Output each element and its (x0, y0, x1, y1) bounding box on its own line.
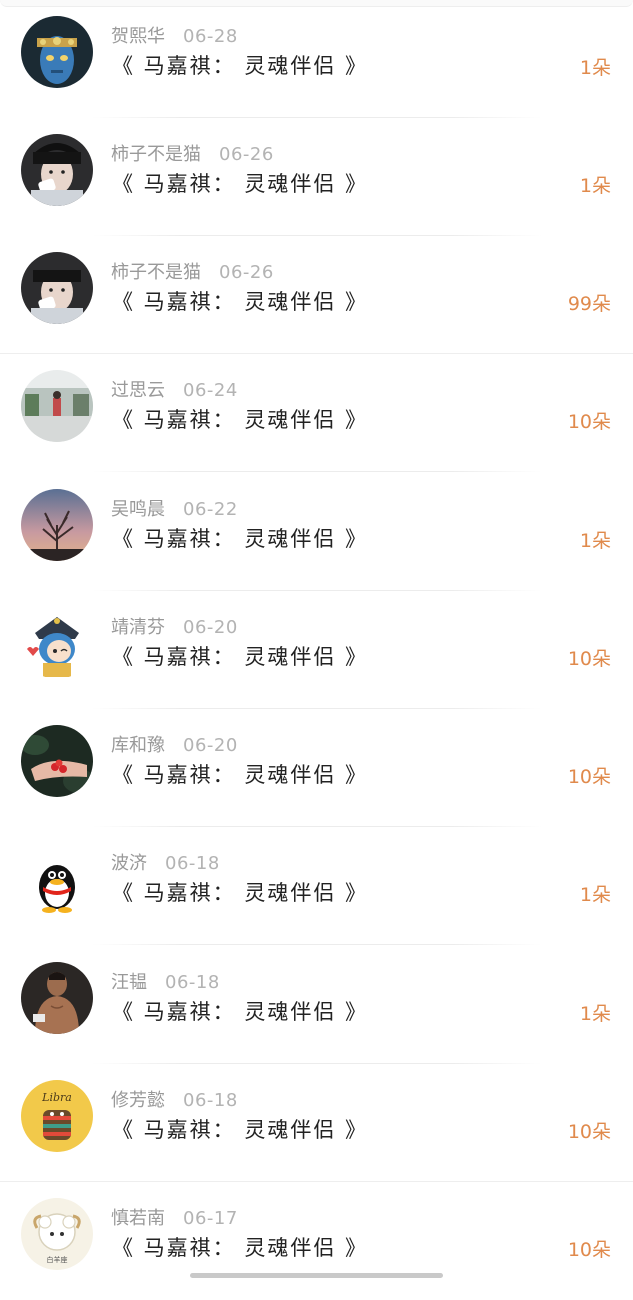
record-meta: 库和豫 06-20 (111, 734, 238, 758)
username: 波济 (111, 853, 147, 874)
avatar-blue-alien-icon (21, 16, 93, 88)
record-meta: 柿子不是猫 06-26 (111, 143, 274, 167)
gift-title: 《 马嘉祺： 灵魂伴侣 》 (112, 881, 369, 905)
avatar[interactable] (21, 607, 93, 679)
gift-count: 1朵 (579, 1003, 611, 1025)
record-meta: 波济 06-18 (111, 852, 220, 876)
list-item[interactable]: 贺熙华 06-28 《 马嘉祺： 灵魂伴侣 》 1朵 (0, 0, 633, 118)
list-item[interactable]: 靖清芬 06-20 《 马嘉祺： 灵魂伴侣 》 10朵 (0, 591, 633, 709)
username: 库和豫 (111, 735, 165, 756)
home-indicator[interactable] (190, 1273, 443, 1278)
username: 贺熙华 (111, 26, 165, 47)
row-divider (92, 944, 542, 945)
gift-count: 1朵 (579, 884, 611, 906)
avatar[interactable] (21, 489, 93, 561)
gift-title: 《 马嘉祺： 灵魂伴侣 》 (112, 1000, 369, 1024)
avatar-hands-strawberries-icon (21, 725, 93, 797)
avatar[interactable] (21, 843, 93, 915)
avatar-anime-girl-icon (21, 607, 93, 679)
gift-count: 10朵 (567, 411, 611, 433)
username: 靖清芬 (111, 617, 165, 638)
record-date: 06-17 (183, 1208, 238, 1229)
list-item[interactable]: 吴鸣晨 06-22 《 马嘉祺： 灵魂伴侣 》 1朵 (0, 473, 633, 591)
record-date: 06-26 (219, 262, 274, 283)
record-meta: 柿子不是猫 06-26 (111, 261, 274, 285)
list-item[interactable]: 汪韫 06-18 《 马嘉祺： 灵魂伴侣 》 1朵 (0, 946, 633, 1064)
avatar-libra-icon: Libra (21, 1080, 93, 1152)
record-meta: 修芳懿 06-18 (111, 1089, 238, 1113)
list-item[interactable]: 柿子不是猫 06-26 《 马嘉祺： 灵魂伴侣 》 99朵 (0, 236, 633, 354)
gift-title: 《 马嘉祺： 灵魂伴侣 》 (112, 1236, 369, 1260)
list-item[interactable]: 库和豫 06-20 《 马嘉祺： 灵魂伴侣 》 10朵 (0, 709, 633, 827)
record-date: 06-18 (165, 972, 220, 993)
avatar[interactable] (21, 134, 93, 206)
username: 柿子不是猫 (111, 262, 201, 283)
list-item[interactable]: Libra 修芳懿 06-18 《 马嘉祺： 灵魂伴侣 》 10朵 (0, 1064, 633, 1182)
record-date: 06-20 (183, 617, 238, 638)
avatar[interactable] (21, 16, 93, 88)
gift-count: 10朵 (567, 766, 611, 788)
list-item[interactable]: 波济 06-18 《 马嘉祺： 灵魂伴侣 》 1朵 (0, 827, 633, 945)
gift-count: 10朵 (567, 648, 611, 670)
list-item[interactable]: 过思云 06-24 《 马嘉祺： 灵魂伴侣 》 10朵 (0, 354, 633, 472)
username: 吴鸣晨 (111, 499, 165, 520)
list-item[interactable]: 柿子不是猫 06-26 《 马嘉祺： 灵魂伴侣 》 1朵 (0, 118, 633, 236)
gift-count: 1朵 (579, 530, 611, 552)
record-meta: 贺熙华 06-28 (111, 25, 238, 49)
avatar-street-scene-icon (21, 370, 93, 442)
gift-title: 《 马嘉祺： 灵魂伴侣 》 (112, 290, 369, 314)
record-date: 06-22 (183, 499, 238, 520)
gift-count: 1朵 (579, 57, 611, 79)
gift-count: 10朵 (567, 1121, 611, 1143)
record-meta: 汪韫 06-18 (111, 971, 220, 995)
record-date: 06-18 (165, 853, 220, 874)
avatar-sunset-tree-icon (21, 489, 93, 561)
list-item[interactable]: 白羊座 慎若南 06-17 《 马嘉祺： 灵魂伴侣 》 10朵 (0, 1182, 633, 1300)
avatar-muscle-man-icon (21, 962, 93, 1034)
record-date: 06-24 (183, 380, 238, 401)
row-divider (92, 471, 542, 472)
username: 过思云 (111, 380, 165, 401)
record-date: 06-28 (183, 26, 238, 47)
avatar-boy-tissue-icon (21, 134, 93, 206)
record-meta: 慎若南 06-17 (111, 1207, 238, 1231)
gift-title: 《 马嘉祺： 灵魂伴侣 》 (112, 408, 369, 432)
gift-count: 99朵 (567, 293, 611, 315)
username: 修芳懿 (111, 1090, 165, 1111)
gift-title: 《 马嘉祺： 灵魂伴侣 》 (112, 645, 369, 669)
gift-title: 《 马嘉祺： 灵魂伴侣 》 (112, 172, 369, 196)
record-meta: 过思云 06-24 (111, 379, 238, 403)
username: 慎若南 (111, 1208, 165, 1229)
record-date: 06-20 (183, 735, 238, 756)
sheep-caption: 白羊座 (47, 1255, 68, 1264)
record-meta: 吴鸣晨 06-22 (111, 498, 238, 522)
gift-title: 《 马嘉祺： 灵魂伴侣 》 (112, 1118, 369, 1142)
record-date: 06-18 (183, 1090, 238, 1111)
avatar[interactable] (21, 370, 93, 442)
username: 汪韫 (111, 972, 147, 993)
avatar[interactable]: 白羊座 (21, 1198, 93, 1270)
avatar-boy-tissue-icon (21, 252, 93, 324)
record-meta: 靖清芬 06-20 (111, 616, 238, 640)
avatar-qq-penguin-icon (21, 843, 93, 915)
gift-title: 《 马嘉祺： 灵魂伴侣 》 (112, 54, 369, 78)
gift-title: 《 马嘉祺： 灵魂伴侣 》 (112, 763, 369, 787)
avatar[interactable]: Libra (21, 1080, 93, 1152)
gift-title: 《 马嘉祺： 灵魂伴侣 》 (112, 527, 369, 551)
gift-count: 1朵 (579, 175, 611, 197)
record-date: 06-26 (219, 144, 274, 165)
username: 柿子不是猫 (111, 144, 201, 165)
avatar[interactable] (21, 962, 93, 1034)
libra-text: Libra (41, 1091, 72, 1104)
gift-count: 10朵 (567, 1239, 611, 1261)
avatar[interactable] (21, 725, 93, 797)
avatar-cartoon-sheep-icon: 白羊座 (21, 1198, 93, 1270)
avatar[interactable] (21, 252, 93, 324)
